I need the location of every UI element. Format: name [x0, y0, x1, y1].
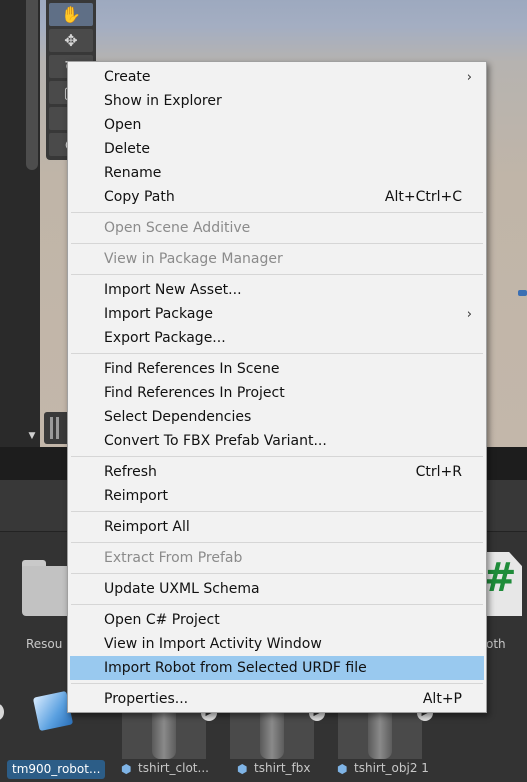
overlay-bar-icon: [50, 417, 53, 439]
asset-label[interactable]: tshirt_obj2 1: [354, 761, 434, 775]
menu-item-label: Find References In Scene: [104, 361, 280, 377]
menu-item-update-uxml-schema[interactable]: Update UXML Schema: [70, 577, 484, 601]
scene-scrollbar[interactable]: [26, 0, 38, 170]
menu-item-label: Reimport: [104, 488, 168, 504]
folder-label[interactable]: Resou: [26, 637, 70, 651]
csharp-hash-glyph: #: [483, 555, 517, 601]
menu-item-refresh[interactable]: Refresh Ctrl+R: [70, 460, 484, 484]
menu-item-label: Import Package: [104, 306, 213, 322]
menu-item-label: Delete: [104, 141, 150, 157]
scene-gizmo-fragment: [518, 290, 527, 296]
menu-separator: [71, 604, 483, 605]
chevron-right-icon: ›: [466, 69, 472, 85]
prefab-cube-icon: ⬢: [337, 762, 348, 776]
menu-item-label: Open Scene Additive: [104, 220, 251, 236]
chevron-right-icon: ›: [466, 306, 472, 322]
menu-item-label: Refresh: [104, 464, 157, 480]
script-label[interactable]: oth: [486, 637, 506, 651]
prefab-cube-icon: ⬢: [121, 762, 132, 776]
context-menu: Create › Show in Explorer Open Delete Ren…: [67, 61, 487, 713]
menu-separator: [71, 274, 483, 275]
move-icon: ✥: [64, 31, 78, 50]
menu-item-label: Rename: [104, 165, 162, 181]
menu-separator: [71, 511, 483, 512]
menu-item-label: Properties...: [104, 691, 189, 707]
menu-item-find-references-in-project[interactable]: Find References In Project: [70, 381, 484, 405]
menu-item-reimport[interactable]: Reimport: [70, 484, 484, 508]
menu-item-properties[interactable]: Properties... Alt+P: [70, 687, 484, 711]
menu-item-export-package[interactable]: Export Package...: [70, 326, 484, 350]
menu-item-import-package[interactable]: Import Package ›: [70, 302, 484, 326]
menu-item-open-scene-additive: Open Scene Additive: [70, 216, 484, 240]
menu-item-find-references-in-scene[interactable]: Find References In Scene: [70, 357, 484, 381]
menu-item-open[interactable]: Open: [70, 113, 484, 137]
tshirt-mesh-preview: [260, 707, 284, 759]
asset-thumbnail[interactable]: [230, 707, 314, 759]
menu-item-import-new-asset[interactable]: Import New Asset...: [70, 278, 484, 302]
menu-item-rename[interactable]: Rename: [70, 161, 484, 185]
unity-editor-window: ▼ ✋ ✥ ↻ ▢ ⌶ ⊘ Resou # oth tm900_robot...…: [0, 0, 527, 782]
menu-item-label: Select Dependencies: [104, 409, 252, 425]
menu-item-view-in-import-activity-window[interactable]: View in Import Activity Window: [70, 632, 484, 656]
menu-item-label: Open C# Project: [104, 612, 220, 628]
menu-item-label: Open: [104, 117, 142, 133]
menu-separator: [71, 212, 483, 213]
menu-item-label: Convert To FBX Prefab Variant...: [104, 433, 327, 449]
menu-item-open-csharp-project[interactable]: Open C# Project: [70, 608, 484, 632]
menu-item-convert-to-fbx-prefab-variant[interactable]: Convert To FBX Prefab Variant...: [70, 429, 484, 453]
menu-item-label: Import New Asset...: [104, 282, 242, 298]
menu-item-extract-from-prefab: Extract From Prefab: [70, 546, 484, 570]
move-tool-button[interactable]: ✥: [49, 29, 93, 52]
asset-label[interactable]: tshirt_clot...: [138, 761, 210, 775]
menu-item-label: Show in Explorer: [104, 93, 222, 109]
menu-item-show-in-explorer[interactable]: Show in Explorer: [70, 89, 484, 113]
menu-item-create[interactable]: Create ›: [70, 65, 484, 89]
menu-separator: [71, 243, 483, 244]
asset-thumbnail[interactable]: [122, 707, 206, 759]
menu-item-label: Reimport All: [104, 519, 190, 535]
asset-thumbnail[interactable]: [338, 707, 422, 759]
hand-icon: ✋: [61, 5, 81, 24]
menu-separator: [71, 683, 483, 684]
menu-item-select-dependencies[interactable]: Select Dependencies: [70, 405, 484, 429]
menu-item-copy-path[interactable]: Copy Path Alt+Ctrl+C: [70, 185, 484, 209]
overlay-bar-icon: [56, 417, 59, 439]
menu-item-shortcut: Alt+Ctrl+C: [384, 189, 462, 205]
menu-item-label: Extract From Prefab: [104, 550, 243, 566]
menu-separator: [71, 456, 483, 457]
menu-item-reimport-all[interactable]: Reimport All: [70, 515, 484, 539]
menu-separator: [71, 542, 483, 543]
asset-label-selected[interactable]: tm900_robot...: [7, 760, 105, 779]
menu-item-label: Find References In Project: [104, 385, 285, 401]
hand-tool-button[interactable]: ✋: [49, 3, 93, 26]
tshirt-mesh-preview: [368, 707, 392, 759]
menu-item-label: Create: [104, 69, 151, 85]
menu-item-shortcut: Ctrl+R: [415, 464, 462, 480]
asset-label[interactable]: tshirt_fbx: [254, 761, 324, 775]
menu-item-label: View in Package Manager: [104, 251, 283, 267]
menu-separator: [71, 353, 483, 354]
menu-item-label: View in Import Activity Window: [104, 636, 322, 652]
prefab-cube-icon: ⬢: [237, 762, 248, 776]
menu-item-label: Import Robot from Selected URDF file: [104, 660, 367, 676]
scroll-down-arrow-icon[interactable]: ▼: [26, 430, 38, 442]
menu-item-label: Export Package...: [104, 330, 226, 346]
tshirt-mesh-preview: [152, 707, 176, 759]
menu-separator: [71, 573, 483, 574]
menu-item-label: Update UXML Schema: [104, 581, 260, 597]
menu-item-shortcut: Alt+P: [422, 691, 462, 707]
menu-item-delete[interactable]: Delete: [70, 137, 484, 161]
menu-item-import-robot-from-urdf[interactable]: Import Robot from Selected URDF file: [70, 656, 484, 680]
menu-item-label: Copy Path: [104, 189, 175, 205]
menu-item-view-in-package-manager: View in Package Manager: [70, 247, 484, 271]
